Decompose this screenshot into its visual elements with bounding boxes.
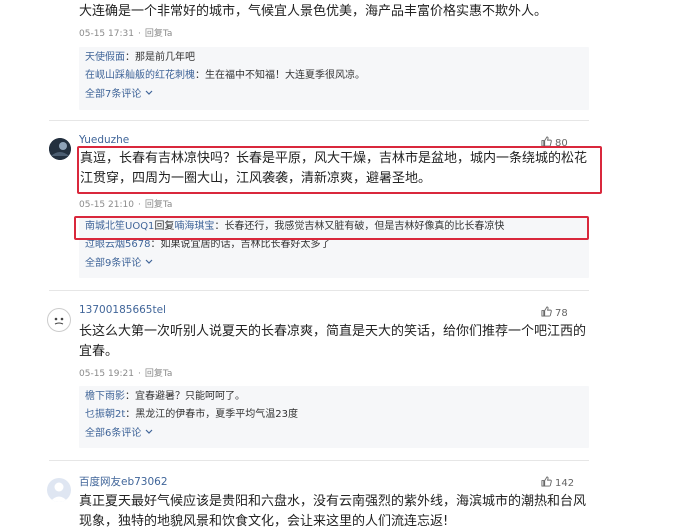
reply-button[interactable]: 回复Ta xyxy=(145,200,173,210)
comment-text-line: 宜春。 xyxy=(79,344,119,359)
comment-time: 05-15 19:21 xyxy=(79,369,134,379)
reply-item: 在岘山踩舢舨的红花刺槐：生在福中不知福！大连夏季很风凉。 xyxy=(85,70,365,81)
thumbs-up-icon xyxy=(541,476,552,490)
like-button[interactable]: 142 xyxy=(541,476,574,490)
comment-text: 长这么大第一次听别人说夏天的长春凉爽，简直是天大的笑话，给你们推荐一个吧江西的 … xyxy=(79,322,599,362)
comment-text-line: 真逗，长春有吉林凉快吗？长春是平原，风大干燥，吉林市是盆地，城内一条绕城的松花 xyxy=(80,151,588,166)
like-count: 78 xyxy=(555,307,568,319)
reply-text: 如果说宜居的话，吉林比长春好太多了 xyxy=(160,239,331,250)
like-count: 142 xyxy=(555,477,575,489)
comment-3: 百度网友eb73062 142 真正夏天最好气候应该是贵阳和六盘水，没有云南强烈… xyxy=(0,470,700,531)
divider xyxy=(49,290,589,291)
expand-replies-link[interactable]: 全部7条评论 xyxy=(79,85,589,104)
comment-meta: 05-15 21:10 · 回复Ta xyxy=(79,200,173,210)
comment-username[interactable]: Yueduzhe xyxy=(79,134,129,146)
comment-text-line: 江贯穿，四周为一圈大山，江风袭袭，清新凉爽，避暑圣地。 xyxy=(80,171,432,186)
divider xyxy=(49,120,589,121)
comment-username[interactable]: 百度网友eb73062 xyxy=(79,474,168,489)
divider xyxy=(49,460,589,461)
expand-replies-link[interactable]: 全部6条评论 xyxy=(79,424,589,443)
comment-text-line: 现象，独特的地貌风景和饮食文化，会让来这里的人们流连忘返! xyxy=(79,514,449,529)
comment-2: 13700185665tel 78 长这么大第一次听别人说夏天的长春凉爽，简直是… xyxy=(0,300,700,450)
avatar[interactable] xyxy=(49,138,71,160)
reply-item: 檐下雨影：宜春避暑？只能呵呵了。 xyxy=(85,391,245,402)
reply-text: 那是前几年吧 xyxy=(135,52,195,63)
replies-box: 檐下雨影：宜春避暑？只能呵呵了。 乜振朝2t：黑龙江的伊春市，夏季平均气温23度… xyxy=(79,386,589,448)
reply-username[interactable]: 乜振朝2t xyxy=(85,409,125,420)
comment-0: 大连确是一个非常好的城市，气候宜人景色优美，海产品丰富价格实惠不欺外人。 05-… xyxy=(0,0,700,110)
reply-text: 宜春避暑？只能呵呵了。 xyxy=(135,391,245,402)
comment-meta: 05-15 17:31 · 回复Ta xyxy=(79,29,173,39)
comment-text-line: 真正夏天最好气候应该是贵阳和六盘水，没有云南强烈的紫外线，海滨城市的潮热和台风 xyxy=(79,494,587,509)
reply-text: 生在福中不知福！大连夏季很风凉。 xyxy=(205,70,365,81)
comment-text: 大连确是一个非常好的城市，气候宜人景色优美，海产品丰富价格实惠不欺外人。 xyxy=(79,4,548,19)
reply-username[interactable]: 过眼云烟5678 xyxy=(85,239,150,250)
reply-item: 天使假面：那是前几年吧 xyxy=(85,52,195,63)
replies-box: 天使假面：那是前几年吧 在岘山踩舢舨的红花刺槐：生在福中不知福！大连夏季很风凉。… xyxy=(79,47,589,110)
comment-text: 真正夏天最好气候应该是贵阳和六盘水，没有云南强烈的紫外线，海滨城市的潮热和台风 … xyxy=(79,492,599,532)
chevron-down-icon xyxy=(145,85,153,103)
chevron-down-icon xyxy=(145,254,153,272)
reply-username[interactable]: 檐下雨影 xyxy=(85,391,125,402)
reply-item: 乜振朝2t：黑龙江的伊春市，夏季平均气温23度 xyxy=(85,409,299,420)
reply-username[interactable]: 在岘山踩舢舨的红花刺槐 xyxy=(85,70,195,81)
avatar[interactable] xyxy=(47,478,71,502)
thumbs-up-icon xyxy=(541,306,552,320)
comment-username[interactable]: 13700185665tel xyxy=(79,304,166,316)
comment-1: Yueduzhe 80 真逗，长春有吉林凉快吗？长春是平原，风大干燥，吉林市是盆… xyxy=(0,130,700,280)
expand-replies-link[interactable]: 全部9条评论 xyxy=(79,254,589,273)
avatar[interactable] xyxy=(47,308,71,332)
comment-text: 真逗，长春有吉林凉快吗？长春是平原，风大干燥，吉林市是盆地，城内一条绕城的松花 … xyxy=(80,149,600,189)
comment-time: 05-15 21:10 xyxy=(79,200,134,210)
reply-button[interactable]: 回复Ta xyxy=(145,369,173,379)
comment-time: 05-15 17:31 xyxy=(79,29,134,39)
comment-text-line: 长这么大第一次听别人说夏天的长春凉爽，简直是天大的笑话，给你们推荐一个吧江西的 xyxy=(79,324,587,339)
reply-text: 黑龙江的伊春市，夏季平均气温23度 xyxy=(135,409,299,420)
chevron-down-icon xyxy=(145,424,153,442)
reply-button[interactable]: 回复Ta xyxy=(145,29,173,39)
comment-meta: 05-15 19:21 · 回复Ta xyxy=(79,369,173,379)
highlight-box xyxy=(74,216,589,240)
reply-username[interactable]: 天使假面 xyxy=(85,52,125,63)
like-button[interactable]: 78 xyxy=(541,306,568,320)
